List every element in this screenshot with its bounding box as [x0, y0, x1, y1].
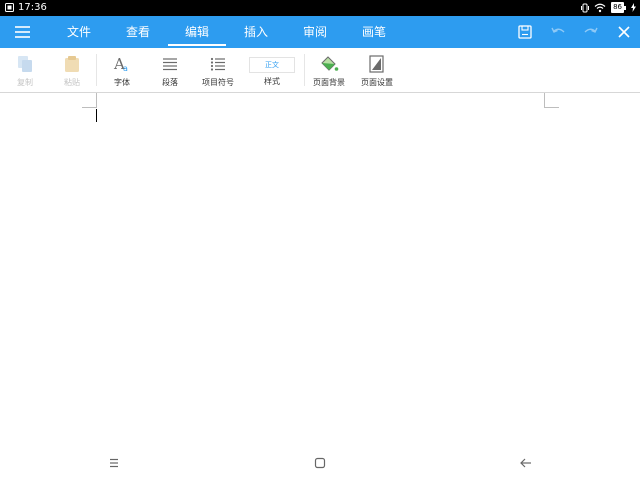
app-bar: 文件 查看 编辑 插入 审阅 画笔: [0, 16, 640, 48]
svg-text:a: a: [123, 64, 128, 73]
text-cursor: [96, 109, 97, 122]
home-button[interactable]: [310, 455, 330, 471]
page-background-label: 页面背景: [313, 78, 345, 87]
menu-button[interactable]: [13, 24, 33, 40]
page-setup-icon: [369, 55, 384, 73]
tab-view[interactable]: 查看: [109, 16, 167, 48]
page-setup-button[interactable]: 页面设置: [361, 54, 393, 88]
hamburger-menu-icon: [15, 26, 30, 38]
tab-file[interactable]: 文件: [50, 16, 108, 48]
font-label: 字体: [114, 78, 130, 87]
bullets-button[interactable]: 项目符号: [202, 54, 234, 88]
margin-corner-top-right: [544, 93, 559, 108]
redo-icon: [584, 27, 598, 33]
paste-label: 粘贴: [64, 78, 80, 87]
save-button[interactable]: [508, 16, 541, 48]
tab-pen[interactable]: 画笔: [345, 16, 403, 48]
bullets-label: 项目符号: [202, 78, 234, 87]
undo-button[interactable]: [541, 16, 574, 48]
undo-icon: [550, 27, 564, 33]
style-label: 样式: [264, 77, 280, 86]
navigation-bar: [0, 445, 640, 480]
paint-bucket-icon: [321, 56, 339, 71]
status-bar: 17:36 86: [0, 0, 640, 16]
tab-edit[interactable]: 编辑: [168, 16, 226, 48]
back-arrow-icon: [520, 458, 531, 468]
wifi-icon: [594, 3, 606, 12]
tab-insert[interactable]: 插入: [227, 16, 285, 48]
home-square-icon: [314, 457, 326, 469]
tab-review[interactable]: 审阅: [286, 16, 344, 48]
ribbon-divider: [96, 54, 97, 86]
copy-label: 复制: [17, 78, 33, 87]
margin-corner-top-left: [82, 93, 97, 108]
font-button[interactable]: A a 字体: [111, 54, 133, 88]
ribbon-tabs: 文件 查看 编辑 插入 审阅 画笔: [50, 16, 404, 48]
close-button[interactable]: [607, 16, 640, 48]
paste-icon: [65, 56, 79, 72]
battery-level: 86: [611, 2, 624, 13]
charging-icon: [631, 3, 636, 12]
back-button[interactable]: [516, 455, 536, 471]
style-button[interactable]: 正文 样式: [249, 54, 295, 87]
close-icon: [617, 26, 630, 38]
status-time: 17:36: [18, 2, 47, 13]
style-preview: 正文: [249, 57, 295, 73]
notification-icon: [5, 3, 14, 12]
ribbon-toolbar: 复制 粘贴 A a 字体 段落 项目符号 正文 样式 页面背景 页面设置: [0, 48, 640, 93]
bullet-list-icon: [210, 57, 225, 71]
page-setup-label: 页面设置: [361, 78, 393, 87]
paragraph-button[interactable]: 段落: [159, 54, 181, 88]
vibrate-icon: [581, 3, 590, 12]
recent-apps-button[interactable]: [104, 455, 124, 471]
app-bar-actions: [508, 16, 640, 48]
battery-tip: [624, 5, 626, 10]
document-canvas[interactable]: [0, 93, 640, 445]
paragraph-icon: [163, 58, 177, 71]
copy-icon: [18, 56, 32, 72]
page-background-button[interactable]: 页面背景: [313, 54, 345, 88]
recents-menu-icon: [110, 458, 118, 468]
battery-indicator: 86: [611, 2, 626, 13]
font-icon: A a: [113, 55, 128, 73]
save-icon: [517, 25, 532, 39]
ribbon-divider: [304, 54, 305, 86]
paste-button[interactable]: 粘贴: [61, 54, 83, 88]
redo-button[interactable]: [574, 16, 607, 48]
copy-button[interactable]: 复制: [14, 54, 36, 88]
paragraph-label: 段落: [162, 78, 178, 87]
